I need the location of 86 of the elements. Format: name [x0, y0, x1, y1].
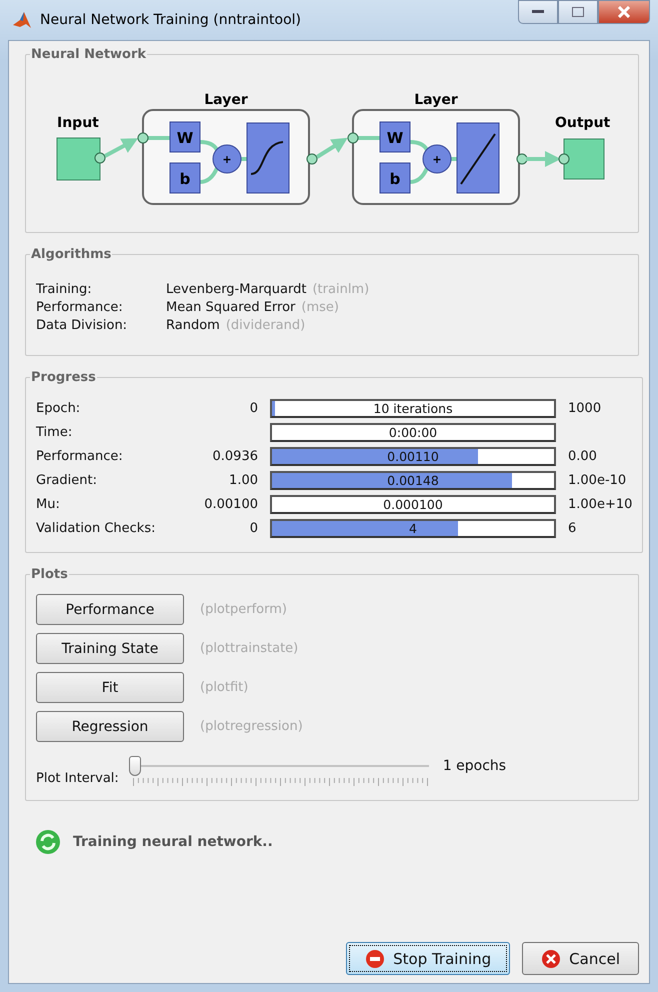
app-logo-icon [12, 11, 32, 29]
maximize-icon [572, 7, 584, 17]
field-label: Time: [36, 425, 74, 440]
bias-box [380, 162, 410, 194]
layer-title: Layer [204, 92, 248, 108]
input-node [56, 138, 100, 180]
field-label: Training: [36, 282, 93, 297]
close-icon [618, 6, 630, 18]
bias-label: b [390, 170, 400, 188]
plot-button[interactable]: Fit [36, 672, 184, 703]
maximize-button[interactable] [558, 0, 598, 24]
port-circle [348, 132, 358, 144]
cancel-button[interactable]: Cancel [522, 942, 639, 975]
connector-arrow [526, 151, 561, 167]
cancel-icon [541, 948, 562, 968]
port-circle [138, 132, 148, 144]
function-name: (plotregression) [200, 719, 303, 734]
port-circle [558, 154, 570, 164]
section-title: Plots [30, 567, 69, 582]
layer-title: Layer [414, 92, 458, 108]
field-label: Epoch: [36, 401, 82, 416]
function-name: (plotperform) [200, 602, 287, 617]
bias-box [170, 162, 200, 194]
field-value: Levenberg-Marquardt [166, 282, 306, 297]
recycle-icon [35, 829, 61, 855]
sum-node [212, 144, 242, 174]
section-title: Algorithms [30, 247, 112, 262]
stop-button[interactable]: Stop Training [346, 942, 510, 975]
function-name: (trainlm) [312, 282, 370, 297]
sum-node [422, 144, 452, 174]
start-value: 0 [248, 521, 258, 536]
stop-icon [365, 948, 386, 968]
sum-label: + [432, 153, 442, 166]
field-label: Mu: [36, 497, 61, 512]
end-value: 6 [568, 521, 578, 536]
plot-button[interactable]: Performance [36, 594, 184, 625]
function-name: (mse) [301, 300, 339, 315]
transfer-function-icon [456, 122, 500, 194]
slider-reading: 1 epochs [442, 758, 506, 774]
section-title: Progress [30, 370, 97, 385]
start-value: 0.0936 [212, 449, 258, 464]
status-text: Training neural network.. [73, 834, 273, 850]
end-value: 1000 [568, 401, 602, 416]
minimize-button[interactable] [518, 0, 558, 24]
plot-button[interactable]: Regression [36, 711, 184, 742]
plot-button[interactable]: Training State [36, 633, 184, 664]
progress-reading: 0.00110 [386, 449, 440, 464]
output-node [564, 138, 604, 180]
progress-reading: 4 [408, 521, 418, 536]
field-value: Mean Squared Error [166, 300, 296, 315]
field-label: Validation Checks: [36, 521, 156, 536]
transfer-function-icon [246, 122, 290, 194]
function-name: (plotfit) [200, 680, 248, 695]
end-value: 0.00 [568, 449, 598, 464]
function-name: (dividerand) [226, 318, 306, 333]
field-label: Performance: [36, 300, 124, 315]
bias-label: b [180, 170, 190, 188]
field-value: Random [166, 318, 220, 333]
field-label: Gradient: [36, 473, 98, 488]
connector-arrow [104, 138, 138, 158]
connector-arrow [316, 138, 348, 159]
field-label: Data Division: [36, 318, 128, 333]
sum-label: + [222, 153, 232, 166]
progress-reading: 10 iterations [372, 401, 454, 416]
port-circle [306, 154, 318, 164]
end-value: 1.00e-10 [568, 473, 628, 488]
close-button[interactable] [598, 0, 650, 24]
weight-label: W [386, 129, 404, 147]
start-value: 0 [248, 401, 258, 416]
input-label: Input [57, 115, 99, 131]
minimize-icon [532, 10, 544, 14]
weight-box [170, 122, 200, 152]
output-label: Output [555, 115, 610, 131]
end-value: 1.00e+10 [568, 497, 632, 512]
function-name: (plottrainstate) [200, 641, 298, 656]
weight-label: W [176, 129, 194, 147]
progress-reading: 0.00148 [386, 473, 440, 488]
start-value: 0.00100 [203, 497, 258, 512]
field-label: Plot Interval: [36, 770, 119, 786]
weight-box [380, 122, 410, 152]
window-title: Neural Network Training (nntraintool) [40, 12, 301, 28]
field-label: Performance: [36, 449, 124, 464]
port-circle [94, 152, 106, 164]
start-value: 1.00 [228, 473, 258, 488]
slider-thumb[interactable] [128, 756, 141, 776]
section-title: Neural Network [30, 47, 148, 62]
